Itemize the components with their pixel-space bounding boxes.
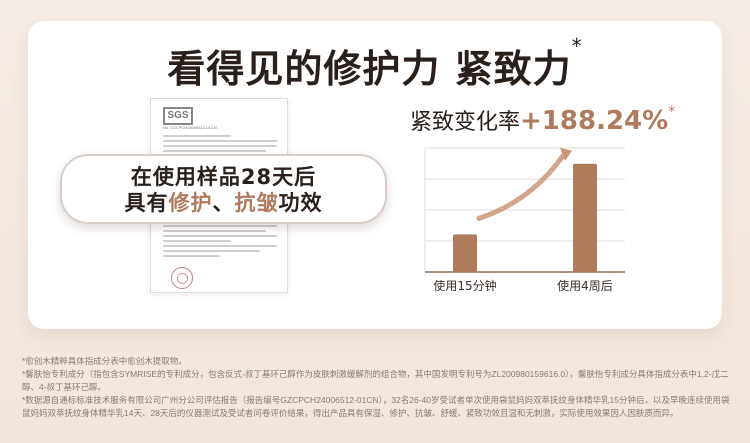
footnotes: *愈创木精粹具体指成分表中愈创木提取物。 *馨肤怡专利成分（指包含SYMRISE…: [22, 355, 732, 420]
chart-tick-labels: 使用15分钟 使用4周后: [433, 278, 612, 293]
bar-2: [573, 163, 597, 272]
callout-text: 具有: [124, 191, 169, 215]
firmness-bar-chart: 使用15分钟 使用4周后: [424, 147, 625, 293]
chart-bars: [453, 163, 597, 272]
footnote-1: *愈创木精粹具体指成分表中愈创木提取物。: [22, 356, 187, 366]
report-number: No. GZCPCH24006512-01CN: [163, 125, 217, 130]
page-title: 看得见的修护力 紧致力*: [0, 34, 750, 93]
callout-text-end: 功效: [278, 191, 323, 215]
footnote-3: *数据源自通标标准技术服务有限公司广州分公司评估报告（报告编号GZCPCH240…: [22, 395, 730, 418]
callout-separator: 、: [212, 191, 235, 215]
sgs-logo: SGS: [163, 107, 193, 125]
efficacy-callout: 在使用样品28天后 具有修护、抗皱功效: [60, 154, 387, 224]
callout-line-1: 在使用样品28天后: [130, 165, 317, 189]
trend-arrow-icon: [476, 147, 572, 221]
bar-1: [453, 234, 477, 272]
trend-arrow-shaft: [476, 153, 566, 221]
chart-highlight-value: +188.24%: [520, 106, 669, 136]
x-tick-label: 使用15分钟: [433, 278, 496, 293]
callout-highlight-antiwrinkle: 抗皱: [234, 191, 279, 215]
report-seal-icon: [171, 267, 193, 289]
x-tick-label: 使用4周后: [557, 278, 613, 293]
title-asterisk: *: [571, 34, 583, 58]
page-title-text: 看得见的修护力 紧致力: [167, 47, 572, 91]
callout-line-2: 具有修护、抗皱功效: [62, 190, 385, 216]
footnote-2: *馨肤怡专利成分（指包含SYMRISE的专利成分，包含反式-叔丁基环己醇作为皮肤…: [22, 369, 729, 392]
chart-asterisk: *: [668, 104, 676, 120]
chart-heading: 紧致变化率+188.24%*: [410, 104, 675, 136]
callout-highlight-repair: 修护: [168, 191, 213, 215]
chart-title: 紧致变化率: [410, 110, 521, 135]
